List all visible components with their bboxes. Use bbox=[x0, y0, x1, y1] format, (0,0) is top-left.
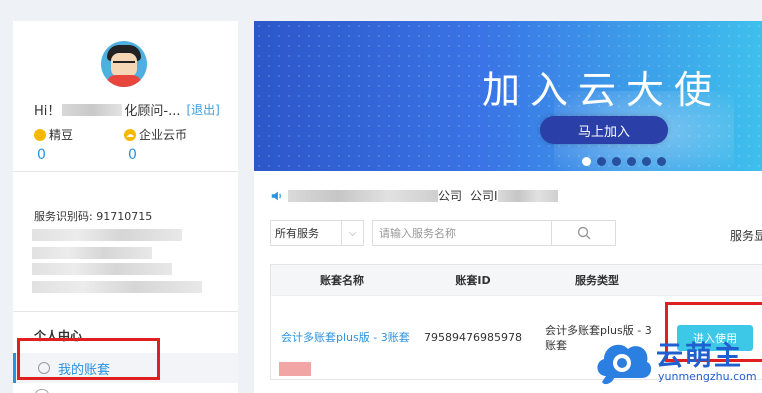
sidebar-item-my-accounts[interactable]: 我的账套 bbox=[13, 353, 238, 383]
table-header: 账套名称 账套ID 服务类型 bbox=[271, 265, 762, 295]
service-id: 服务识别码: 91710715 bbox=[34, 210, 153, 223]
join-now-button[interactable]: 马上加入 bbox=[540, 116, 668, 144]
sidebar-item-label: 我的账套 bbox=[58, 362, 111, 378]
blurred-info-line bbox=[32, 281, 202, 293]
carousel-dot[interactable] bbox=[627, 157, 636, 166]
search-input[interactable] bbox=[373, 222, 551, 244]
bean-label: 精豆 bbox=[49, 128, 74, 142]
avatar[interactable] bbox=[101, 41, 147, 87]
speaker-icon bbox=[271, 191, 281, 200]
watermark: 云萌主 yunmengzhu.com bbox=[592, 332, 762, 393]
chevron-down-icon[interactable]: ⌵ bbox=[341, 221, 363, 245]
notice-text-1: 公司 bbox=[438, 189, 463, 203]
next-row-thumbnail bbox=[279, 362, 311, 376]
greeting: Hi！ 化顾问-... [退出] bbox=[34, 100, 220, 119]
notice-bar: 公司 公司I bbox=[270, 187, 558, 204]
section-title: 个人中心 bbox=[34, 329, 83, 343]
blurred-username bbox=[62, 103, 123, 116]
divider bbox=[13, 311, 238, 312]
notice-text-2: 公司I bbox=[470, 189, 498, 203]
bean-icon bbox=[34, 128, 46, 141]
cloud-coin-icon: ☁ bbox=[124, 128, 136, 141]
select-value: 所有服务 bbox=[275, 227, 319, 240]
blurred-notice-text bbox=[288, 189, 438, 202]
carousel-dot[interactable] bbox=[612, 157, 621, 166]
blurred-info-line bbox=[32, 263, 172, 275]
carousel-dot[interactable] bbox=[642, 157, 651, 166]
divider bbox=[13, 171, 238, 172]
banner-title: 加入云大使 bbox=[482, 68, 723, 112]
promo-banner[interactable]: 加入云大使 马上加入 bbox=[254, 21, 762, 171]
bean-stat: 精豆 bbox=[34, 126, 73, 143]
filter-row: 所有服务 ⌵ bbox=[270, 220, 616, 246]
cloud-logo-icon bbox=[597, 344, 652, 385]
user-icon bbox=[38, 362, 50, 374]
search-icon bbox=[577, 226, 590, 240]
greeting-suffix: 化顾问-... bbox=[124, 104, 181, 119]
logout-link[interactable]: [退出] bbox=[186, 101, 219, 118]
carousel-dot[interactable] bbox=[582, 157, 591, 166]
carousel-dot[interactable] bbox=[597, 157, 606, 166]
search-button[interactable] bbox=[551, 221, 615, 245]
cloud-coin-value[interactable]: 0 bbox=[128, 147, 137, 163]
bean-value[interactable]: 0 bbox=[37, 147, 46, 163]
greeting-prefix: Hi！ bbox=[34, 104, 61, 119]
cloud-coin-label: 企业云币 bbox=[139, 128, 188, 142]
carousel-dots bbox=[582, 157, 666, 166]
account-name-link[interactable]: 会计多账套plus版 - 3账套 bbox=[281, 331, 410, 344]
service-type-select[interactable]: 所有服务 ⌵ bbox=[270, 220, 364, 246]
watermark-url: yunmengzhu.com bbox=[658, 370, 757, 383]
account-id: 79589476985978 bbox=[424, 331, 522, 344]
search-box bbox=[372, 220, 616, 246]
user-panel: Hi！ 化顾问-... [退出] 精豆 0 ☁ 企业云币 0 服务识别码: 91… bbox=[13, 21, 238, 393]
sidebar-next-item-icon[interactable] bbox=[35, 389, 49, 393]
column-header: 服务类型 bbox=[575, 274, 619, 287]
cloud-coin-stat: ☁ 企业云币 bbox=[124, 126, 187, 143]
column-header: 账套名称 bbox=[320, 274, 364, 287]
blurred-info-line bbox=[32, 247, 152, 259]
blurred-info-line bbox=[32, 229, 182, 241]
service-display-label[interactable]: 服务显 bbox=[730, 227, 762, 244]
column-header: 账套ID bbox=[455, 274, 491, 287]
watermark-brand: 云萌主 bbox=[656, 341, 743, 372]
blurred-notice-text bbox=[497, 189, 558, 202]
carousel-dot[interactable] bbox=[657, 157, 666, 166]
